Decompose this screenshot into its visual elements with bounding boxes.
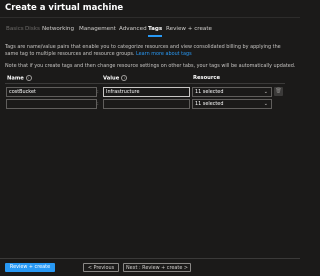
- tab-management[interactable]: Management: [79, 26, 116, 32]
- tags-description: Tags are name/value pairs that enable yo…: [5, 44, 293, 58]
- tab-basics[interactable]: Basics: [6, 26, 24, 32]
- header-divider: [5, 83, 285, 84]
- tag-name-input[interactable]: [6, 99, 97, 109]
- delete-icon[interactable]: 🗑: [274, 87, 283, 96]
- review-create-button[interactable]: Review + create: [5, 263, 55, 272]
- column-header-value-label: Value: [103, 75, 120, 82]
- resource-select[interactable]: 11 selected ⌄: [192, 99, 272, 109]
- tab-disks[interactable]: Disks: [25, 26, 40, 32]
- next-button[interactable]: Next : Review + create >: [123, 263, 191, 272]
- tags-note: Note that if you create tags and then ch…: [5, 63, 296, 69]
- footer-divider: [0, 258, 300, 259]
- tag-name-input[interactable]: costBucket: [6, 87, 97, 97]
- tag-value-input[interactable]: [103, 99, 190, 109]
- column-header-resource: Resource: [193, 75, 221, 81]
- learn-more-link[interactable]: Learn more about tags: [136, 51, 192, 57]
- resource-select-value: 11 selected: [195, 89, 224, 95]
- tag-value-input[interactable]: Infrastructure: [103, 87, 190, 97]
- column-header-name: Name i: [7, 75, 32, 82]
- separator-colon: :: [97, 89, 99, 95]
- column-header-value: Value i: [103, 75, 128, 82]
- resource-select-value: 11 selected: [195, 101, 224, 107]
- chevron-down-icon: ⌄: [263, 89, 268, 95]
- tab-tags-label: Tags: [148, 26, 163, 32]
- tab-advanced[interactable]: Advanced: [119, 26, 147, 32]
- info-icon[interactable]: i: [25, 75, 32, 81]
- page-title: Create a virtual machine: [5, 3, 124, 13]
- separator-colon: :: [97, 101, 99, 107]
- title-divider: [0, 17, 300, 18]
- tab-networking[interactable]: Networking: [42, 26, 74, 32]
- tab-tags[interactable]: Tags: [148, 26, 163, 37]
- active-tab-indicator: [148, 35, 163, 37]
- column-header-name-label: Name: [7, 75, 24, 82]
- resource-select[interactable]: 11 selected ⌄: [192, 87, 272, 97]
- chevron-down-icon: ⌄: [263, 101, 268, 107]
- tab-review-create[interactable]: Review + create: [166, 26, 212, 32]
- previous-button[interactable]: < Previous: [83, 263, 119, 272]
- info-icon[interactable]: i: [121, 75, 128, 81]
